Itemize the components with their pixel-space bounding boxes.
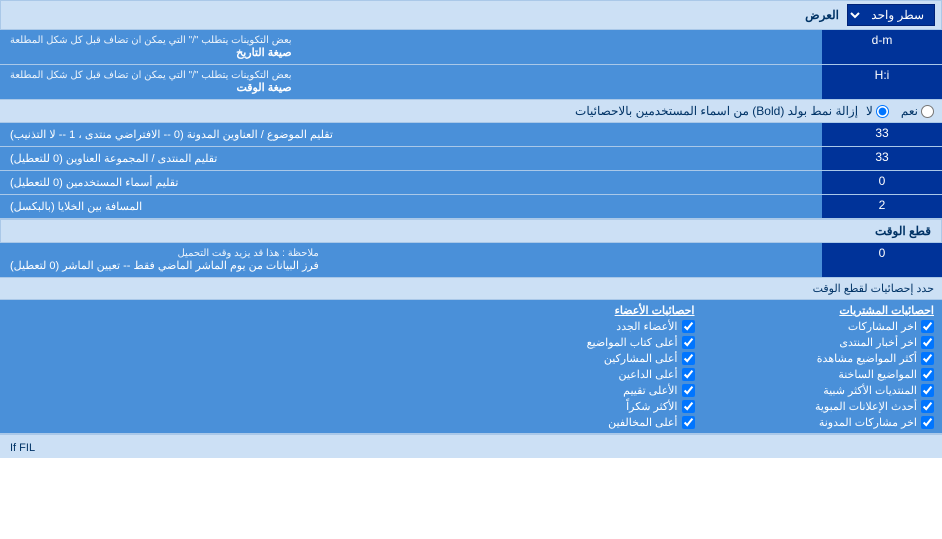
cb-new-members[interactable]: الأعضاء الجدد xyxy=(471,320,695,333)
forum-subjects-row: تقليم المنتدى / المجموعة العناوين (0 للت… xyxy=(0,147,942,171)
filter-row: ملاحظة : هذا قد يزيد وقت التحميل فرز الب… xyxy=(0,243,942,278)
time-format-input[interactable] xyxy=(830,68,934,82)
cb-similar-forums[interactable]: المنتديات الأكثر شبية xyxy=(711,384,935,397)
cb-last-posts[interactable]: اخر المشاركات xyxy=(711,320,935,333)
checkbox-col-members: احصائيات الأعضاء الأعضاء الجدد أعلى كتاب… xyxy=(463,300,703,433)
date-format-input-container[interactable] xyxy=(822,30,942,64)
cells-label: المسافة بين الخلايا (بالبكسل) xyxy=(0,195,822,218)
checkbox-col-purchases: احصائيات المشتريات اخر المشاركات اخر أخب… xyxy=(703,300,942,433)
filter-label: ملاحظة : هذا قد يزيد وقت التحميل فرز الب… xyxy=(0,243,822,277)
header-row: سطر واحدسطرينثلاثة أسطر العرض xyxy=(0,0,942,30)
checkbox-col-spacer xyxy=(0,300,463,433)
date-format-input[interactable] xyxy=(830,33,934,47)
cells-input-container[interactable] xyxy=(822,195,942,218)
date-format-label: بعض التكوينات يتطلب "/" التي يمكن ان تضا… xyxy=(0,30,822,64)
cb-last-news[interactable]: اخر أخبار المنتدى xyxy=(711,336,935,349)
topics-subjects-row: تقليم الموضوع / العناوين المدونة (0 -- ا… xyxy=(0,123,942,147)
date-format-row: بعض التكوينات يتطلب "/" التي يمكن ان تضا… xyxy=(0,30,942,65)
cb-top-callers-check[interactable] xyxy=(682,368,695,381)
bottom-bar: If FIL xyxy=(0,434,942,458)
cb-most-viewed[interactable]: أكثر المواضيع مشاهدة xyxy=(711,352,935,365)
cb-new-members-check[interactable] xyxy=(682,320,695,333)
cb-hot-topics-check[interactable] xyxy=(921,368,934,381)
bold-no-radio[interactable] xyxy=(876,105,889,118)
header-label: العرض xyxy=(7,8,847,22)
usernames-label: تقليم أسماء المستخدمين (0 للتعطيل) xyxy=(0,171,822,194)
time-format-label: بعض التكوينات يتطلب "/" التي يمكن ان تضا… xyxy=(0,65,822,99)
cb-blog-posts-check[interactable] xyxy=(921,416,934,429)
filter-input[interactable] xyxy=(830,246,934,260)
cb-most-viewed-check[interactable] xyxy=(921,352,934,365)
time-cut-header: قطع الوقت xyxy=(0,219,942,243)
cb-header-members: احصائيات الأعضاء xyxy=(471,304,695,317)
cells-input[interactable] xyxy=(830,198,934,212)
topics-input-container[interactable] xyxy=(822,123,942,146)
cb-top-violators-check[interactable] xyxy=(682,416,695,429)
topics-label: تقليم الموضوع / العناوين المدونة (0 -- ا… xyxy=(0,123,822,146)
limit-label: حدد إحصائيات لقطع الوقت xyxy=(8,282,934,295)
checkbox-inner: احصائيات المشتريات اخر المشاركات اخر أخب… xyxy=(0,300,942,433)
topics-input[interactable] xyxy=(830,126,934,140)
checkbox-area: احصائيات المشتريات اخر المشاركات اخر أخب… xyxy=(0,300,942,434)
usernames-row: تقليم أسماء المستخدمين (0 للتعطيل) xyxy=(0,171,942,195)
cb-similar-forums-check[interactable] xyxy=(921,384,934,397)
cb-most-thanked-check[interactable] xyxy=(682,400,695,413)
cb-last-posts-check[interactable] xyxy=(921,320,934,333)
cb-top-participants[interactable]: أعلى المشاركين xyxy=(471,352,695,365)
usernames-input-container[interactable] xyxy=(822,171,942,194)
cb-latest-announcements-check[interactable] xyxy=(921,400,934,413)
display-select[interactable]: سطر واحدسطرينثلاثة أسطر xyxy=(847,4,935,26)
time-format-input-container[interactable] xyxy=(822,65,942,99)
bold-no-label[interactable]: لا xyxy=(866,104,889,118)
cb-top-participants-check[interactable] xyxy=(682,352,695,365)
cb-last-news-check[interactable] xyxy=(921,336,934,349)
cb-latest-announcements[interactable]: أحدث الإعلانات المبوية xyxy=(711,400,935,413)
cb-highest-rated[interactable]: الأعلى تقييم xyxy=(471,384,695,397)
cells-distance-row: المسافة بين الخلايا (بالبكسل) xyxy=(0,195,942,219)
cb-most-thanked[interactable]: الأكثر شكراً xyxy=(471,400,695,413)
cb-top-violators[interactable]: أعلى المخالفين xyxy=(471,416,695,429)
bold-row: نعم لا إزالة نمط بولد (Bold) من اسماء ال… xyxy=(0,100,942,123)
cb-top-callers[interactable]: أعلى الداعين xyxy=(471,368,695,381)
time-format-row: بعض التكوينات يتطلب "/" التي يمكن ان تضا… xyxy=(0,65,942,100)
bold-yes-label[interactable]: نعم xyxy=(901,104,934,118)
filter-input-container[interactable] xyxy=(822,243,942,277)
forum-input-container[interactable] xyxy=(822,147,942,170)
bold-yes-radio[interactable] xyxy=(921,105,934,118)
bold-label: إزالة نمط بولد (Bold) من اسماء المستخدمي… xyxy=(8,104,866,118)
cb-header-purchases: احصائيات المشتريات xyxy=(711,304,935,317)
cb-blog-posts[interactable]: اخر مشاركات المدونة xyxy=(711,416,935,429)
forum-input[interactable] xyxy=(830,150,934,164)
usernames-input[interactable] xyxy=(830,174,934,188)
cb-hot-topics[interactable]: المواضيع الساخنة xyxy=(711,368,935,381)
bold-radio-group[interactable]: نعم لا xyxy=(866,104,934,118)
if-fil-text: If FIL xyxy=(10,442,35,454)
forum-label: تقليم المنتدى / المجموعة العناوين (0 للت… xyxy=(0,147,822,170)
cb-top-writers[interactable]: أعلى كتاب المواضيع xyxy=(471,336,695,349)
limit-row: حدد إحصائيات لقطع الوقت xyxy=(0,278,942,300)
cb-highest-rated-check[interactable] xyxy=(682,384,695,397)
cb-top-writers-check[interactable] xyxy=(682,336,695,349)
